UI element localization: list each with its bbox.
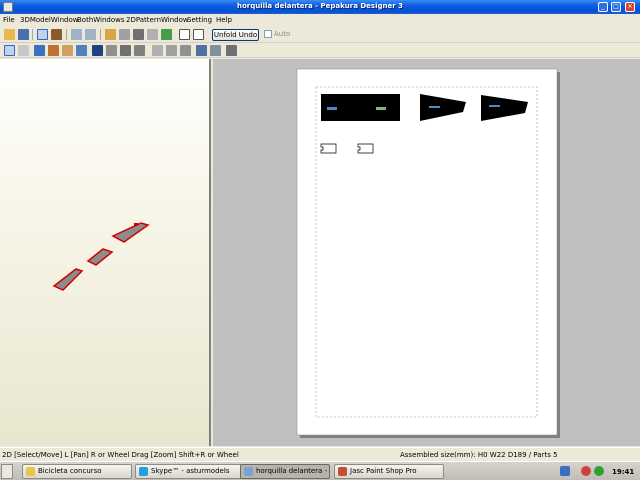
toolbar-separator xyxy=(100,29,101,40)
start-button[interactable] xyxy=(1,464,13,479)
taskbar-item-pepakura[interactable]: horquilla delantera - ... xyxy=(240,464,330,479)
toolbar-separator xyxy=(66,29,67,40)
menu-help[interactable]: Help xyxy=(216,16,232,24)
open-folder-icon[interactable] xyxy=(4,29,15,40)
skype-tray-icon[interactable] xyxy=(594,466,604,476)
taskbar-item-paintshop[interactable]: Jasc Paint Shop Pro xyxy=(334,464,444,479)
close-button[interactable]: × xyxy=(625,2,635,12)
number-icon[interactable] xyxy=(120,45,131,56)
menu-bothwindows[interactable]: BothWindows xyxy=(77,16,125,24)
pages-icon[interactable] xyxy=(210,45,221,56)
fold-lines-icon[interactable] xyxy=(106,45,117,56)
maximize-button[interactable]: □ xyxy=(611,2,621,12)
menu-2dpatternwindow[interactable]: 2DPatternWindow xyxy=(126,16,189,24)
rectangle-select-icon[interactable] xyxy=(152,45,163,56)
3d-canvas xyxy=(52,222,150,291)
texture-view-icon[interactable] xyxy=(48,45,59,56)
part-1-label-b xyxy=(376,107,386,110)
grid-icon[interactable] xyxy=(34,45,45,56)
antivirus-icon[interactable] xyxy=(581,466,591,476)
redo-icon[interactable] xyxy=(85,29,96,40)
minimize-button[interactable]: _ xyxy=(598,2,608,12)
anchor-icon[interactable] xyxy=(133,29,144,40)
glue-tab-icon[interactable] xyxy=(119,29,130,40)
print-icon[interactable] xyxy=(226,45,237,56)
secondary-toolbar xyxy=(0,43,640,58)
zoom-fit-icon[interactable] xyxy=(180,45,191,56)
join-icon[interactable] xyxy=(161,29,172,40)
pencil-icon[interactable] xyxy=(105,29,116,40)
3d-part-3[interactable] xyxy=(52,268,84,291)
status-bar: 2D [Select/Move] L [Pan] R or Wheel Drag… xyxy=(0,447,640,460)
auto-checkbox[interactable] xyxy=(264,30,272,38)
select-icon[interactable] xyxy=(4,45,15,56)
pattern-part-4[interactable] xyxy=(320,143,337,154)
taskbar-item-folder[interactable]: Bicicleta concurso xyxy=(22,464,132,479)
window-split-icon[interactable] xyxy=(179,29,190,40)
layout-icon[interactable] xyxy=(92,45,103,56)
menu-3dmodelwindow[interactable]: 3DModelWindow xyxy=(20,16,78,24)
part-1-label-a xyxy=(327,107,337,110)
window-single-icon[interactable] xyxy=(193,29,204,40)
main-toolbar: Unfold Undo Auto xyxy=(0,27,640,43)
3d-model-view[interactable] xyxy=(0,59,211,446)
menu-file[interactable]: File xyxy=(3,16,15,24)
part-3-label xyxy=(489,105,500,107)
wireframe-icon[interactable] xyxy=(62,45,73,56)
pepakura-icon xyxy=(244,467,253,476)
move-icon[interactable] xyxy=(166,45,177,56)
save-2d-icon[interactable] xyxy=(196,45,207,56)
part-2-label xyxy=(429,106,440,108)
status-mode-hint: 2D [Select/Move] L [Pan] R or Wheel Drag… xyxy=(2,451,239,459)
menu-bar: File 3DModelWindow BothWindows 2DPattern… xyxy=(0,14,640,26)
rotate-icon[interactable] xyxy=(147,29,158,40)
taskbar-item-label: horquilla delantera - ... xyxy=(256,467,330,475)
taskbar-item-label: Skype™ - asturmodels xyxy=(151,467,230,475)
undo-icon[interactable] xyxy=(71,29,82,40)
toolbar-separator xyxy=(32,29,33,40)
skype-icon xyxy=(139,467,148,476)
menu-setting[interactable]: Setting xyxy=(187,16,212,24)
2d-pattern-view[interactable] xyxy=(213,59,640,446)
save-icon[interactable] xyxy=(18,29,29,40)
status-assembled-size: Assembled size(mm): H0 W22 D189 / Parts … xyxy=(400,451,558,459)
page[interactable] xyxy=(296,68,558,436)
taskbar-item-skype[interactable]: Skype™ - asturmodels xyxy=(135,464,245,479)
unfold-undo-button[interactable]: Unfold Undo xyxy=(212,29,259,41)
2d-canvas xyxy=(296,68,560,438)
cursor-icon[interactable] xyxy=(18,45,29,56)
folder-icon xyxy=(26,467,35,476)
taskbar-item-label: Bicicleta concurso xyxy=(38,467,102,475)
image-icon[interactable] xyxy=(76,45,87,56)
language-icon[interactable] xyxy=(560,466,570,476)
texture-icon[interactable] xyxy=(51,29,62,40)
window-title: horquilla delantera - Pepakura Designer … xyxy=(236,2,403,10)
3d-part-1[interactable] xyxy=(111,222,150,243)
taskbar-item-label: Jasc Paint Shop Pro xyxy=(350,467,417,475)
clock: 19:41 xyxy=(612,468,635,476)
taskbar: Bicicleta concurso Skype™ - asturmodels … xyxy=(0,461,640,480)
auto-label: Auto xyxy=(274,30,291,38)
title-bar[interactable]: horquilla delantera - Pepakura Designer … xyxy=(0,0,640,14)
3d-part-2[interactable] xyxy=(86,248,114,266)
link-icon[interactable] xyxy=(134,45,145,56)
paintshop-icon xyxy=(338,467,347,476)
3d-mode-icon[interactable] xyxy=(37,29,48,40)
pattern-part-5[interactable] xyxy=(357,143,374,154)
3d-part-1-marker xyxy=(134,223,138,226)
app-window: horquilla delantera - Pepakura Designer … xyxy=(0,0,640,480)
